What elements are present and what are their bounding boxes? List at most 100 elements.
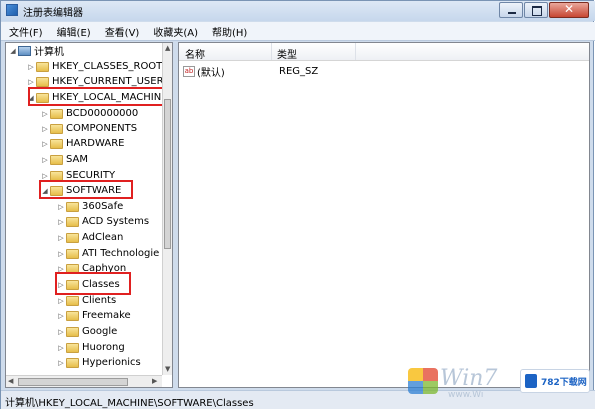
folder-icon (66, 279, 79, 290)
tree-item-components[interactable]: ▷ COMPONENTS (40, 121, 137, 136)
collapse-arrow-icon[interactable]: ◢ (8, 47, 18, 55)
expand-arrow-icon[interactable]: ▷ (56, 265, 66, 273)
menu-help[interactable]: 帮助(H) (204, 24, 253, 39)
site-logo-text: 782下载网 (541, 378, 587, 388)
tree-horizontal-scrollbar[interactable]: ◀ ▶ (6, 375, 162, 387)
tree-vertical-scroll-thumb[interactable] (164, 99, 171, 249)
tree-item-google[interactable]: ▷ Google (56, 324, 117, 339)
regedit-app-icon (6, 4, 18, 16)
tree-item-label: SECURITY (66, 170, 116, 181)
close-button[interactable]: ✕ (549, 2, 589, 18)
expand-arrow-icon[interactable]: ▷ (56, 312, 66, 320)
tree-item-label: Classes (82, 279, 120, 290)
expand-arrow-icon[interactable]: ▷ (56, 250, 66, 258)
folder-icon (36, 61, 49, 72)
folder-icon (66, 310, 79, 321)
tree-item-ati-technologies[interactable]: ▷ ATI Technologie (56, 246, 159, 261)
expand-arrow-icon[interactable]: ▷ (40, 125, 50, 133)
tree-item-huorong[interactable]: ▷ Huorong (56, 340, 124, 355)
menu-edit[interactable]: 编辑(E) (49, 24, 97, 39)
close-icon: ✕ (563, 2, 575, 16)
folder-icon (66, 216, 79, 227)
status-path: 计算机\HKEY_LOCAL_MACHINE\SOFTWARE\Classes (5, 398, 254, 409)
expand-arrow-icon[interactable]: ▷ (56, 344, 66, 352)
tree-item-label: SAM (66, 154, 89, 165)
values-list[interactable]: 名称 类型 ab (默认) REG_SZ (178, 42, 590, 388)
scroll-down-arrow-icon[interactable]: ▼ (165, 365, 170, 373)
folder-icon (66, 357, 79, 368)
expand-arrow-icon[interactable]: ▷ (56, 218, 66, 226)
folder-icon (66, 342, 79, 353)
folder-icon (50, 154, 63, 165)
folder-icon (66, 232, 79, 243)
tree-root-computer[interactable]: ◢ 计算机 (8, 43, 64, 58)
expand-arrow-icon[interactable]: ▷ (26, 63, 36, 71)
expand-arrow-icon[interactable]: ▷ (40, 172, 50, 180)
tree-item-sam[interactable]: ▷ SAM (40, 152, 88, 167)
site-logo-icon (525, 374, 537, 388)
column-separator[interactable] (355, 43, 356, 60)
tree-item-label: Hyperionics (82, 357, 141, 368)
expand-arrow-icon[interactable]: ▷ (56, 297, 66, 305)
string-value-icon: ab (183, 65, 195, 77)
window-title: 注册表编辑器 (23, 8, 83, 19)
tree-item-adclean[interactable]: ▷ AdClean (56, 230, 123, 245)
tree-item-hkey-current-user[interactable]: ▷ HKEY_CURRENT_USER (26, 74, 164, 89)
scroll-right-arrow-icon[interactable]: ▶ (152, 377, 157, 385)
maximize-icon (532, 6, 542, 16)
windows-flag-icon (408, 368, 438, 394)
tree-horizontal-scroll-thumb[interactable] (18, 378, 128, 386)
tree-item-freemake[interactable]: ▷ Freemake (56, 308, 130, 323)
tree-item-clients[interactable]: ▷ Clients (56, 293, 116, 308)
tree-item-label: ACD Systems (82, 216, 150, 227)
tree-item-label: HKEY_CLASSES_ROOT (52, 61, 163, 72)
column-type-header[interactable]: 类型 (277, 46, 297, 61)
collapse-arrow-icon[interactable]: ◢ (40, 187, 50, 195)
title-bar[interactable]: 注册表编辑器 ✕ (1, 1, 595, 21)
menu-favorites[interactable]: 收藏夹(A) (145, 24, 204, 39)
expand-arrow-icon[interactable]: ▷ (40, 140, 50, 148)
value-row-default[interactable]: ab (默认) REG_SZ (183, 64, 319, 79)
tree-item-hardware[interactable]: ▷ HARDWARE (40, 136, 124, 151)
tree-item-classes[interactable]: ▷ Classes (56, 277, 120, 292)
tree-item-360safe[interactable]: ▷ 360Safe (56, 199, 123, 214)
menu-file[interactable]: 文件(F) (1, 24, 49, 39)
expand-arrow-icon[interactable]: ▷ (56, 359, 66, 367)
expand-arrow-icon[interactable]: ▷ (40, 156, 50, 164)
tree-item-label: HKEY_CURRENT_USER (52, 76, 164, 87)
tree-item-caphyon[interactable]: ▷ Caphyon (56, 261, 126, 276)
registry-tree[interactable]: ◢ 计算机 ▷ HKEY_CLASSES_ROOT ▷ HKEY_CURRENT… (5, 42, 173, 388)
tree-item-acd-systems[interactable]: ▷ ACD Systems (56, 214, 149, 229)
minimize-button[interactable] (499, 2, 523, 18)
expand-arrow-icon[interactable]: ▷ (56, 234, 66, 242)
collapse-arrow-icon[interactable]: ◢ (26, 94, 36, 102)
tree-item-label: AdClean (82, 232, 124, 243)
expand-arrow-icon[interactable]: ▷ (26, 78, 36, 86)
tree-item-software[interactable]: ◢ SOFTWARE (40, 183, 121, 198)
folder-icon (66, 201, 79, 212)
folder-icon (36, 76, 49, 87)
tree-item-hkey-classes-root[interactable]: ▷ HKEY_CLASSES_ROOT (26, 59, 162, 74)
scroll-up-arrow-icon[interactable]: ▲ (165, 44, 170, 52)
watermark-url: www.Wi (448, 390, 484, 400)
maximize-button[interactable] (524, 2, 548, 18)
expand-arrow-icon[interactable]: ▷ (40, 110, 50, 118)
tree-item-hyperionics[interactable]: ▷ Hyperionics (56, 355, 141, 370)
expand-arrow-icon[interactable]: ▷ (56, 328, 66, 336)
column-name-header[interactable]: 名称 (185, 46, 205, 61)
expand-arrow-icon[interactable]: ▷ (56, 203, 66, 211)
tree-item-hkey-local-machine[interactable]: ◢ HKEY_LOCAL_MACHINE (26, 90, 168, 105)
value-type: REG_SZ (279, 65, 319, 77)
scroll-left-arrow-icon[interactable]: ◀ (8, 377, 13, 385)
folder-icon (66, 263, 79, 274)
column-separator[interactable] (271, 43, 272, 60)
expand-arrow-icon[interactable]: ▷ (56, 281, 66, 289)
menu-view[interactable]: 查看(V) (97, 24, 146, 39)
window-controls: ✕ (498, 2, 589, 18)
tree-vertical-scrollbar[interactable]: ▲ ▼ (162, 43, 172, 375)
tree-item-label: HARDWARE (66, 138, 125, 149)
tree-item-bcd[interactable]: ▷ BCD00000000 (40, 106, 138, 121)
tree-item-label: 计算机 (34, 47, 64, 58)
tree-item-label: HKEY_LOCAL_MACHINE (52, 92, 168, 103)
tree-item-security[interactable]: ▷ SECURITY (40, 168, 115, 183)
